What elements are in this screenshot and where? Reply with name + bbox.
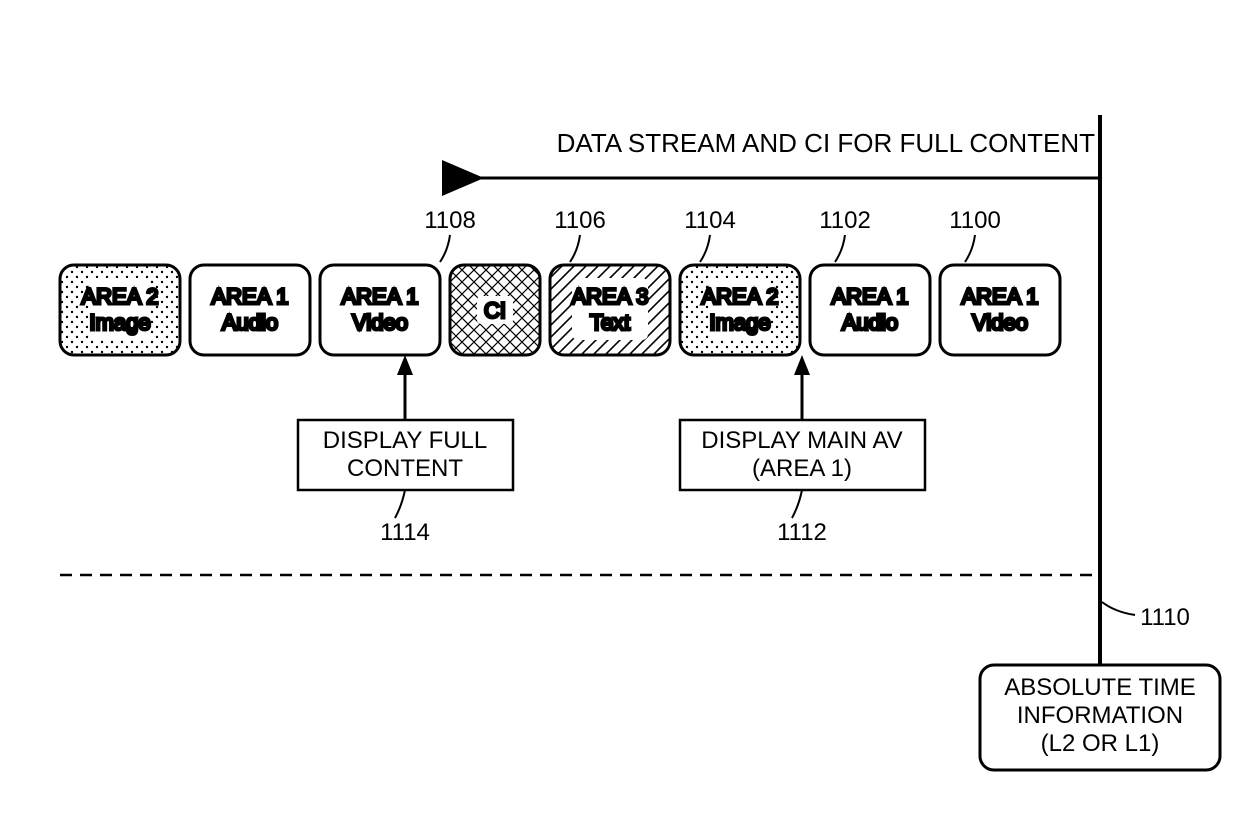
leader-1112 — [792, 490, 802, 518]
svg-text:Image: Image — [709, 310, 770, 335]
ref-1102: 1102 — [819, 207, 871, 234]
svg-text:Audio: Audio — [842, 310, 898, 335]
svg-text:AREA 2: AREA 2 — [701, 284, 778, 309]
svg-text:(AREA 1): (AREA 1) — [752, 455, 852, 482]
stream-arrow-label: DATA STREAM AND CI FOR FULL CONTENT — [557, 128, 1095, 158]
svg-text:AREA 1: AREA 1 — [341, 284, 418, 309]
block-area2-image-left: AREA 2 Image — [60, 265, 180, 355]
svg-text:Video: Video — [352, 310, 408, 335]
diagram-canvas: DATA STREAM AND CI FOR FULL CONTENT 1108… — [0, 0, 1240, 825]
leader-1106 — [570, 235, 580, 262]
block-area1-video-left: AREA 1 Video — [320, 265, 440, 355]
svg-text:AREA 1: AREA 1 — [961, 284, 1038, 309]
block-area1-video-right: AREA 1 Video — [940, 265, 1060, 355]
svg-text:AREA 2: AREA 2 — [81, 284, 158, 309]
svg-text:Audio: Audio — [222, 310, 278, 335]
block-area1-audio-right: AREA 1 Audio — [810, 265, 930, 355]
svg-text:Text: Text — [590, 310, 630, 335]
block-area2-image-right: AREA 2 Image — [680, 265, 800, 355]
ref-1104: 1104 — [684, 207, 736, 234]
svg-text:DISPLAY FULL: DISPLAY FULL — [323, 427, 488, 454]
svg-text:ABSOLUTE TIME: ABSOLUTE TIME — [1004, 674, 1196, 701]
absolute-time-info-box: ABSOLUTE TIME INFORMATION (L2 OR L1) — [980, 665, 1220, 770]
svg-text:INFORMATION: INFORMATION — [1017, 702, 1183, 729]
leader-1108 — [440, 235, 450, 262]
svg-text:Video: Video — [972, 310, 1028, 335]
svg-text:CONTENT: CONTENT — [347, 455, 463, 482]
svg-text:AREA 1: AREA 1 — [831, 284, 908, 309]
display-main-av-box: DISPLAY MAIN AV (AREA 1) — [680, 420, 925, 490]
block-ci: CI — [450, 265, 540, 355]
svg-text:CI: CI — [484, 298, 506, 323]
svg-text:Image: Image — [89, 310, 150, 335]
svg-text:DISPLAY MAIN AV: DISPLAY MAIN AV — [701, 427, 902, 454]
ref-1112: 1112 — [777, 519, 827, 546]
leader-1110 — [1102, 602, 1135, 615]
block-area3-text: AREA 3 Text — [550, 265, 670, 355]
leader-1102 — [835, 235, 845, 262]
stream-blocks: AREA 2 Image AREA 1 Audio AREA 1 Video C… — [60, 265, 1060, 355]
svg-text:AREA 1: AREA 1 — [211, 284, 288, 309]
leader-1100 — [965, 235, 975, 262]
ref-1106: 1106 — [554, 207, 606, 234]
ref-1100: 1100 — [949, 207, 1001, 234]
arrowhead-display-main — [794, 355, 810, 375]
block-area1-audio-left: AREA 1 Audio — [190, 265, 310, 355]
leader-1104 — [700, 235, 710, 262]
ref-1114: 1114 — [380, 519, 430, 546]
svg-text:AREA 3: AREA 3 — [571, 284, 648, 309]
ref-1110: 1110 — [1140, 604, 1190, 631]
svg-text:(L2 OR L1): (L2 OR L1) — [1041, 730, 1160, 757]
display-full-content-box: DISPLAY FULL CONTENT — [298, 420, 513, 490]
arrowhead-display-full — [397, 355, 413, 375]
leader-1114 — [395, 490, 405, 518]
ref-1108: 1108 — [424, 207, 476, 234]
